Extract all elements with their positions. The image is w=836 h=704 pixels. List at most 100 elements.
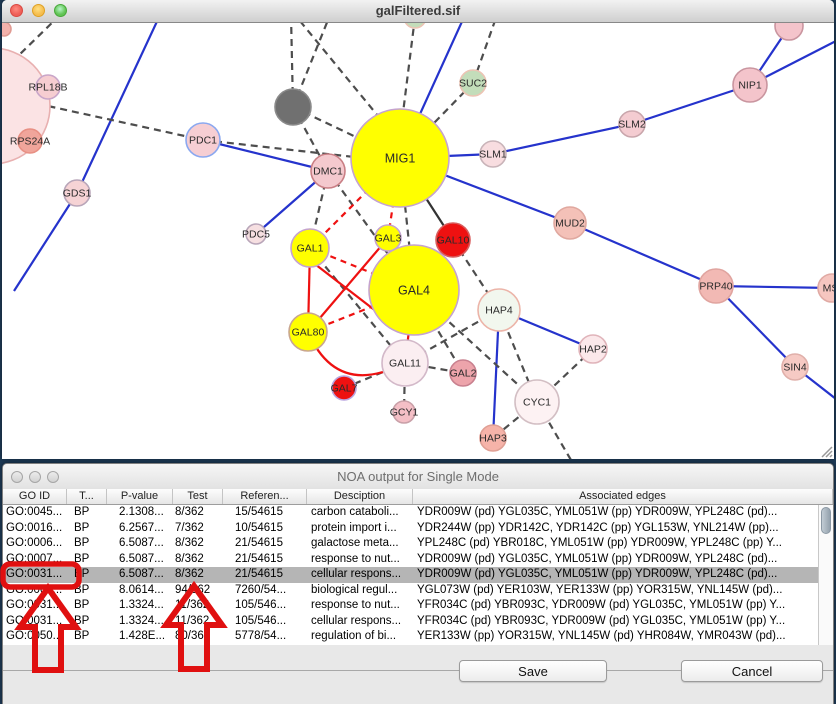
column-header-6[interactable]: Associated edges	[413, 489, 833, 504]
table-row[interactable]: GO:0031...BP6.5087...8/36221/54615cellul…	[3, 567, 818, 583]
node-GAL3[interactable]: GAL3	[375, 225, 402, 251]
node-label: MUD2	[555, 218, 585, 230]
node-PDC5[interactable]: PDC5	[242, 224, 270, 244]
table-cell: BP	[67, 629, 107, 645]
column-header-5[interactable]: Desciption	[307, 489, 413, 504]
table-cell: 1.428E...	[107, 629, 173, 645]
table-cell: 8.0614...	[107, 583, 173, 599]
table-cell: BP	[67, 536, 107, 552]
table-row[interactable]: GO:0031...BP1.3324...11/362105/546...res…	[3, 598, 818, 614]
node-tiny-topleft[interactable]	[2, 23, 11, 36]
node-label: GAL4	[398, 284, 430, 298]
node-DMC1[interactable]: DMC1	[311, 154, 345, 188]
node-label: DMC1	[313, 166, 343, 178]
node-HAP4[interactable]: HAP4	[478, 289, 520, 331]
save-button[interactable]: Save	[459, 660, 607, 682]
node-circle[interactable]	[2, 23, 11, 36]
node-label: GCY1	[390, 407, 419, 419]
node-GAL2[interactable]: GAL2	[450, 360, 477, 386]
table-cell: YDR244W (pp) YDR142C, YDR142C (pp) YGL15…	[413, 521, 818, 537]
node-GAL80[interactable]: GAL80	[289, 313, 327, 351]
table-cell: YDR009W (pd) YGL035C, YML051W (pp) YDR00…	[413, 567, 818, 583]
node-circle[interactable]	[275, 89, 311, 125]
node-GAL4[interactable]: GAL4	[369, 245, 459, 335]
node-label: GAL2	[450, 368, 477, 380]
column-header-2[interactable]: P-value	[107, 489, 173, 504]
node-HAP3[interactable]: HAP3	[479, 425, 507, 451]
table-cell: 8/362	[173, 505, 223, 521]
table-row[interactable]: GO:0031...BP1.3324...11/362105/546...cel…	[3, 614, 818, 630]
node-GAL7[interactable]: GAL7	[331, 376, 358, 400]
graph-window: galFiltered.sif RPL18BRPS24AGDS1PDC1DMC1…	[2, 0, 834, 458]
vertical-scrollbar[interactable]	[818, 505, 833, 645]
table-cell: 7260/54...	[223, 583, 307, 599]
table-cell: YER133W (pp) YOR315W, YNL145W (pd) YHR08…	[413, 629, 818, 645]
column-header-3[interactable]: Test	[173, 489, 223, 504]
node-circle[interactable]	[404, 23, 426, 28]
node-label: PDC5	[242, 229, 270, 241]
node-label: GDS1	[63, 188, 92, 200]
table-cell: biological regul...	[307, 583, 413, 599]
column-header-1[interactable]: T...	[67, 489, 107, 504]
node-SUC2[interactable]: SUC2	[459, 70, 487, 96]
table-cell: 21/54615	[223, 552, 307, 568]
table-cell: 6.2567...	[107, 521, 173, 537]
noa-window-titlebar[interactable]: NOA output for Single Mode	[3, 464, 833, 490]
node-GCY1[interactable]: GCY1	[390, 401, 419, 423]
node-GDS1[interactable]: GDS1	[63, 180, 92, 206]
node-SLM1[interactable]: SLM1	[479, 141, 507, 167]
table-cell: 21/54615	[223, 536, 307, 552]
table-cell: 10/54615	[223, 521, 307, 537]
table-cell: GO:0006...	[3, 536, 67, 552]
table-header-row: GO IDT...P-valueTestReferen...Desciption…	[3, 489, 833, 505]
network-canvas[interactable]: RPL18BRPS24AGDS1PDC1DMC1MIG1PDC5GAL1GAL3…	[2, 22, 834, 459]
cancel-button[interactable]: Cancel	[681, 660, 823, 682]
node-CYC1[interactable]: CYC1	[515, 380, 559, 424]
table-cell: 1.3324...	[107, 598, 173, 614]
table-cell: GO:0050...	[3, 629, 67, 645]
node-green-top[interactable]	[404, 23, 426, 28]
node-MSI[interactable]: MSI	[818, 274, 834, 302]
node-GAL11[interactable]: GAL11	[382, 340, 428, 386]
column-header-0[interactable]: GO ID	[3, 489, 67, 504]
node-GAL10[interactable]: GAL10	[436, 223, 470, 257]
table-cell: 7/362	[173, 521, 223, 537]
table-cell: 80/362	[173, 629, 223, 645]
table-cell: GO:0007...	[3, 552, 67, 568]
node-NIP1[interactable]: NIP1	[733, 68, 767, 102]
graph-window-titlebar[interactable]: galFiltered.sif	[2, 0, 834, 23]
table-cell: 1.3324...	[107, 614, 173, 630]
table-cell: GO:0031...	[3, 598, 67, 614]
node-label: PDC1	[189, 135, 217, 147]
node-circle[interactable]	[775, 23, 803, 40]
table-cell: BP	[67, 614, 107, 630]
resize-grip-icon[interactable]	[819, 444, 833, 458]
table-row[interactable]: GO:0045...BP2.1308...8/36215/54615carbon…	[3, 505, 818, 521]
node-HAP2[interactable]: HAP2	[579, 335, 607, 363]
node-MIG1[interactable]: MIG1	[351, 109, 449, 207]
node-label: GAL7	[331, 383, 358, 395]
node-gray-node[interactable]	[275, 89, 311, 125]
node-label: NIP1	[738, 80, 762, 92]
node-MUD2[interactable]: MUD2	[554, 207, 586, 239]
table-cell: 6.5087...	[107, 536, 173, 552]
node-PDC1[interactable]: PDC1	[186, 123, 220, 157]
table-row[interactable]: GO:0006...BP6.5087...8/36221/54615galact…	[3, 536, 818, 552]
table-cell: regulation of bi...	[307, 629, 413, 645]
table-cell: BP	[67, 583, 107, 599]
table-row[interactable]: GO:0065...BP8.0614...94/3627260/54...bio…	[3, 583, 818, 599]
node-pink-topright[interactable]	[775, 23, 803, 40]
node-SLM2[interactable]: SLM2	[618, 111, 646, 137]
table-row[interactable]: GO:0007...BP6.5087...8/36221/54615respon…	[3, 552, 818, 568]
node-PRP40[interactable]: PRP40	[699, 269, 733, 303]
table-cell: 2.1308...	[107, 505, 173, 521]
column-header-4[interactable]: Referen...	[223, 489, 307, 504]
scrollbar-thumb[interactable]	[821, 507, 831, 534]
node-label: HAP2	[579, 344, 607, 356]
node-GAL1[interactable]: GAL1	[291, 229, 329, 267]
table-row[interactable]: GO:0016...BP6.2567...7/36210/54615protei…	[3, 521, 818, 537]
node-SIN4[interactable]: SIN4	[782, 354, 808, 380]
noa-results-table: GO IDT...P-valueTestReferen...Desciption…	[3, 489, 833, 610]
table-cell: galactose meta...	[307, 536, 413, 552]
table-row[interactable]: GO:0050...BP1.428E...80/3625778/54...reg…	[3, 629, 818, 645]
